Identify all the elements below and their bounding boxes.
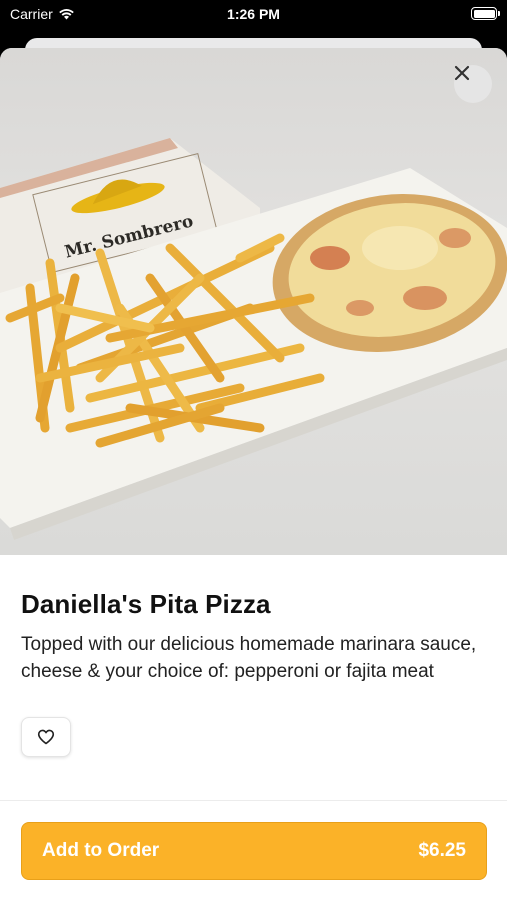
item-description: Topped with our delicious homemade marin… — [21, 634, 477, 682]
add-to-order-label: Add to Order — [42, 840, 160, 861]
item-photo: Mr. Sombrero — [0, 48, 507, 555]
close-icon — [454, 65, 470, 81]
item-details: Daniella's Pita Pizza Topped with our de… — [0, 555, 507, 757]
add-to-order-button[interactable]: Add to Order $6.25 — [21, 822, 487, 880]
favorite-button[interactable] — [21, 717, 71, 757]
footer-divider — [0, 800, 507, 801]
item-detail-sheet: Mr. Sombrero Daniella's Pita Pizza Toppe… — [0, 48, 507, 900]
close-button[interactable] — [454, 65, 492, 103]
status-bar: Carrier 1:26 PM — [0, 0, 507, 30]
clock: 1:26 PM — [227, 6, 280, 22]
heart-outline-icon — [37, 729, 55, 745]
food-photo-illustration: Mr. Sombrero — [0, 138, 507, 540]
battery-icon — [471, 7, 500, 20]
item-title: Daniella's Pita Pizza — [21, 589, 271, 619]
item-price: $6.25 — [418, 840, 466, 861]
